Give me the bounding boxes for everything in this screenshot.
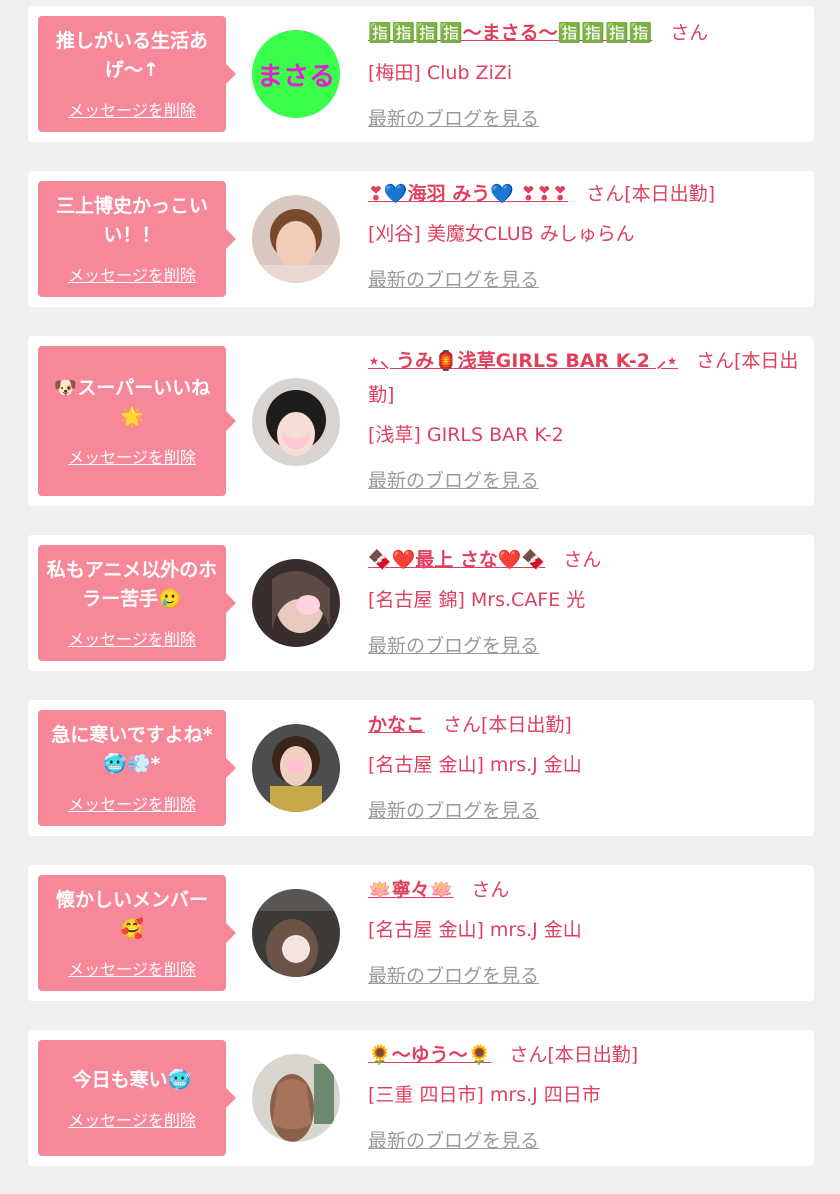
sender-line: ⋆⸜ うみ🏮浅草GIRLS BAR K-2 ⸝⋆ さん[本日出勤]	[368, 344, 808, 412]
avatar[interactable]	[252, 195, 340, 283]
delete-message-link[interactable]: メッセージを削除	[68, 626, 196, 650]
delete-message-link[interactable]: メッセージを削除	[68, 262, 196, 286]
sender-line: 🌻〜ゆう〜🌻 さん[本日出勤]	[368, 1038, 808, 1072]
message-card: 私もアニメ以外のホラー苦手🥲 メッセージを削除 🍫❤️最上 さな❤️🍫 さん [名…	[28, 535, 814, 671]
avatar[interactable]	[252, 724, 340, 812]
sender-name-link[interactable]: ⋆⸜ うみ🏮浅草GIRLS BAR K-2 ⸝⋆	[368, 350, 678, 372]
sender-suffix: さん[本日出勤]	[509, 1044, 639, 1066]
message-text: 三上博史かっこいい！！	[55, 195, 208, 246]
message-list: 推しがいる生活あげ〜↑ メッセージを削除 まさる 🈯🈯🈯🈯〜まさる〜🈯🈯🈯🈯 さん…	[0, 0, 840, 1194]
latest-blog-link[interactable]: 最新のブログを見る	[368, 796, 539, 823]
message-bubble: 私もアニメ以外のホラー苦手🥲 メッセージを削除	[38, 545, 236, 661]
sender-suffix: さん[本日出勤]	[586, 183, 716, 205]
message-card: 懐かしいメンバー🥰 メッセージを削除 🪷寧々🪷 さん [名古屋 金山] mrs.J…	[28, 865, 814, 1001]
sender-name-link[interactable]: かなこ	[368, 714, 425, 736]
sender-name-link[interactable]: 🈯🈯🈯🈯〜まさる〜🈯🈯🈯🈯	[368, 22, 652, 44]
sender-line: 🪷寧々🪷 さん	[368, 873, 808, 907]
shop-name: [名古屋 金山] mrs.J 金山	[368, 919, 582, 941]
latest-blog-link[interactable]: 最新のブログを見る	[368, 961, 539, 988]
sender-info: 🪷寧々🪷 さん [名古屋 金山] mrs.J 金山 最新のブログを見る	[368, 873, 808, 988]
latest-blog-link[interactable]: 最新のブログを見る	[368, 104, 539, 131]
delete-message-link[interactable]: メッセージを削除	[68, 956, 196, 980]
sender-name-link[interactable]: 🍫❤️最上 さな❤️🍫	[368, 549, 545, 571]
delete-message-link[interactable]: メッセージを削除	[68, 791, 196, 815]
avatar-photo	[252, 889, 340, 977]
message-bubble: 推しがいる生活あげ〜↑ メッセージを削除	[38, 16, 236, 132]
sender-suffix: さん[本日出勤]	[443, 714, 572, 736]
message-card: 三上博史かっこいい！！ メッセージを削除 ❣💙海羽 みう💙 ❣❣❣ さん[本日出勤…	[28, 171, 814, 307]
message-text: 懐かしいメンバー🥰	[55, 889, 208, 940]
sender-suffix: さん	[670, 22, 709, 44]
message-bubble: 今日も寒い🥶 メッセージを削除	[38, 1040, 236, 1156]
shop-name: [梅田] Club ZiZi	[368, 62, 513, 84]
avatar[interactable]	[252, 1054, 340, 1142]
shop-name: [三重 四日市] mrs.J 四日市	[368, 1084, 601, 1106]
avatar-logo-text: まさる	[256, 61, 335, 92]
sender-info: 🌻〜ゆう〜🌻 さん[本日出勤] [三重 四日市] mrs.J 四日市 最新のブログ…	[368, 1038, 808, 1153]
latest-blog-link[interactable]: 最新のブログを見る	[368, 265, 539, 292]
message-card: 🐶スーパーいいね🌟 メッセージを削除 ⋆⸜ うみ🏮浅草GIRLS BAR K-2…	[28, 336, 814, 506]
sender-suffix: さん	[563, 549, 602, 571]
avatar-photo	[252, 724, 340, 812]
message-text: 急に寒いですよね*🥶💨*	[51, 724, 213, 775]
sender-info: ❣💙海羽 みう💙 ❣❣❣ さん[本日出勤] [刈谷] 美魔女CLUB みしゅらん …	[368, 177, 808, 292]
avatar[interactable]	[252, 378, 340, 466]
avatar[interactable]	[252, 559, 340, 647]
delete-message-link[interactable]: メッセージを削除	[68, 444, 196, 468]
message-card: 推しがいる生活あげ〜↑ メッセージを削除 まさる 🈯🈯🈯🈯〜まさる〜🈯🈯🈯🈯 さん…	[28, 6, 814, 142]
message-bubble: 三上博史かっこいい！！ メッセージを削除	[38, 181, 236, 297]
message-text: 推しがいる生活あげ〜↑	[55, 30, 208, 81]
message-text: 私もアニメ以外のホラー苦手🥲	[46, 559, 218, 610]
sender-name-link[interactable]: 🪷寧々🪷	[368, 879, 453, 901]
shop-name: [名古屋 錦] Mrs.CAFE 光	[368, 589, 586, 611]
shop-name: [浅草] GIRLS BAR K-2	[368, 424, 564, 446]
avatar[interactable]	[252, 889, 340, 977]
delete-message-link[interactable]: メッセージを削除	[68, 1107, 196, 1131]
avatar-logo: まさる	[252, 30, 340, 118]
sender-suffix: さん	[471, 879, 510, 901]
sender-line: 🍫❤️最上 さな❤️🍫 さん	[368, 543, 808, 577]
sender-info: ⋆⸜ うみ🏮浅草GIRLS BAR K-2 ⸝⋆ さん[本日出勤] [浅草] GI…	[368, 344, 808, 493]
latest-blog-link[interactable]: 最新のブログを見る	[368, 1126, 539, 1153]
message-text: 🐶スーパーいいね🌟	[53, 377, 211, 428]
message-bubble: 🐶スーパーいいね🌟 メッセージを削除	[38, 346, 236, 496]
sender-info: かなこ さん[本日出勤] [名古屋 金山] mrs.J 金山 最新のブログを見る	[368, 708, 808, 823]
sender-line: ❣💙海羽 みう💙 ❣❣❣ さん[本日出勤]	[368, 177, 808, 211]
shop-name: [名古屋 金山] mrs.J 金山	[368, 754, 582, 776]
sender-line: 🈯🈯🈯🈯〜まさる〜🈯🈯🈯🈯 さん	[368, 16, 808, 50]
message-card: 急に寒いですよね*🥶💨* メッセージを削除 かなこ さん[本日出勤] [名古屋 金…	[28, 700, 814, 836]
sender-name-link[interactable]: ❣💙海羽 みう💙 ❣❣❣	[368, 183, 568, 205]
sender-info: 🍫❤️最上 さな❤️🍫 さん [名古屋 錦] Mrs.CAFE 光 最新のブログを…	[368, 543, 808, 658]
message-text: 今日も寒い🥶	[72, 1068, 192, 1091]
shop-name: [刈谷] 美魔女CLUB みしゅらん	[368, 223, 635, 245]
latest-blog-link[interactable]: 最新のブログを見る	[368, 466, 539, 493]
avatar[interactable]: まさる	[252, 30, 340, 118]
sender-info: 🈯🈯🈯🈯〜まさる〜🈯🈯🈯🈯 さん [梅田] Club ZiZi 最新のブログを見る	[368, 16, 808, 131]
avatar-photo	[252, 559, 340, 647]
latest-blog-link[interactable]: 最新のブログを見る	[368, 631, 539, 658]
sender-line: かなこ さん[本日出勤]	[368, 708, 808, 742]
message-bubble: 急に寒いですよね*🥶💨* メッセージを削除	[38, 710, 236, 826]
message-card: 今日も寒い🥶 メッセージを削除 🌻〜ゆう〜🌻 さん[本日出勤] [三重 四日市] …	[28, 1030, 814, 1166]
delete-message-link[interactable]: メッセージを削除	[68, 97, 196, 121]
avatar-photo	[252, 378, 340, 466]
sender-name-link[interactable]: 🌻〜ゆう〜🌻	[368, 1044, 491, 1066]
message-bubble: 懐かしいメンバー🥰 メッセージを削除	[38, 875, 236, 991]
avatar-photo	[252, 1054, 340, 1142]
avatar-photo	[252, 195, 340, 283]
